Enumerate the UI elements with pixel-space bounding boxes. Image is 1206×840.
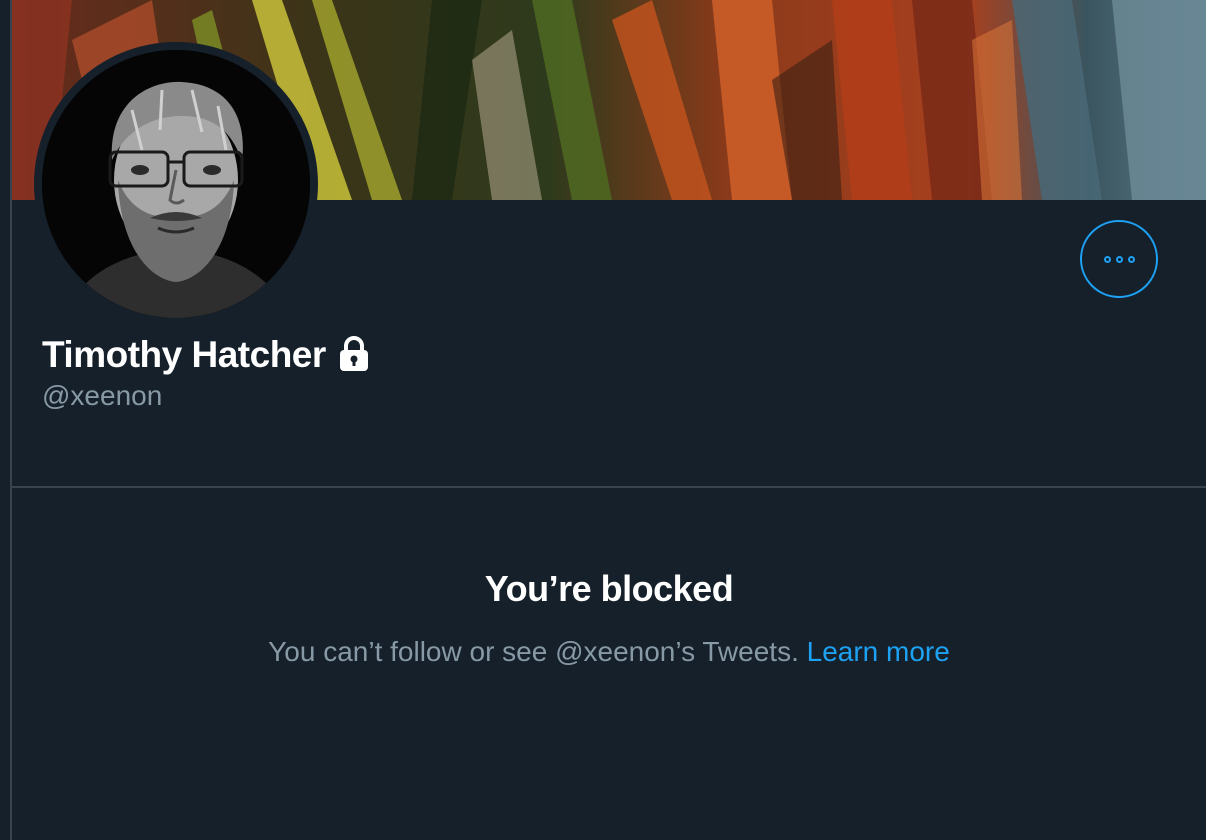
blocked-title: You’re blocked bbox=[484, 568, 734, 609]
more-dot bbox=[1127, 255, 1135, 263]
more-options-button[interactable] bbox=[1080, 220, 1158, 298]
blocked-message: You can’t follow or see @xeenon’s Tweets… bbox=[268, 636, 807, 667]
user-handle: @xeenon bbox=[42, 380, 163, 411]
avatar[interactable] bbox=[42, 50, 310, 318]
learn-more-link[interactable]: Learn more bbox=[807, 636, 950, 667]
display-name: Timothy Hatcher bbox=[42, 334, 326, 375]
avatar-frame[interactable] bbox=[34, 42, 318, 326]
more-horizontal-icon bbox=[1103, 255, 1111, 263]
section-divider bbox=[12, 486, 1206, 488]
blocked-message-row: You can’t follow or see @xeenon’s Tweets… bbox=[12, 636, 1206, 668]
more-dot bbox=[1115, 255, 1123, 263]
lock-icon bbox=[334, 333, 374, 378]
profile-name-row: Timothy Hatcher bbox=[42, 330, 374, 380]
profile-page: Timothy Hatcher @xeenon You’re blocked Y… bbox=[0, 0, 1206, 840]
